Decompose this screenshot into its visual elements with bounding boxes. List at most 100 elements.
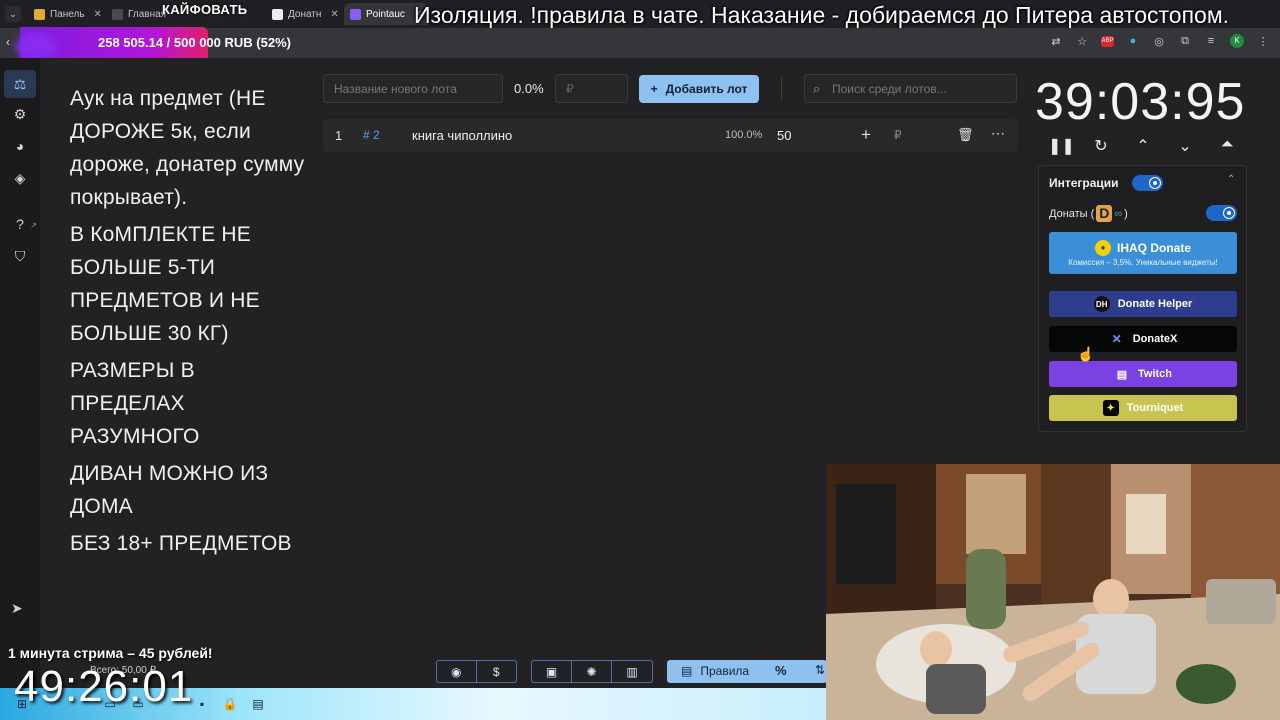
tab-label: Pointauc — [366, 8, 405, 20]
github-icon[interactable]: ◉ — [437, 661, 477, 682]
webcam-scene — [826, 464, 1280, 720]
tab-panel[interactable]: Панель ✕ — [28, 3, 108, 25]
new-lot-name-input[interactable]: Название нового лота — [323, 74, 503, 103]
lot-id-badge[interactable]: # 2 — [363, 128, 380, 142]
donationalerts-logo-icon: D — [1096, 205, 1113, 222]
auction-rules-text: Аук на предмет (НЕ ДОРОЖЕ 5к, если дорож… — [70, 82, 310, 564]
chevron-down-icon[interactable]: ⌄ — [1174, 136, 1196, 156]
shield-icon[interactable]: ⛉ — [11, 247, 29, 265]
rule-paragraph: РАЗМЕРЫ В ПРЕДЕЛАХ РАЗУМНОГО — [70, 359, 200, 448]
stream-rate-text: 1 минута стрима – 45 рублей! — [8, 645, 213, 661]
close-tab-icon[interactable]: ✕ — [330, 9, 338, 20]
auction-gavel-icon[interactable]: ⚖ — [4, 70, 36, 98]
extensions-puzzle-icon[interactable]: ⧉ — [1178, 35, 1192, 48]
twitch-logo-icon: ▤ — [1116, 368, 1128, 381]
rule-paragraph: ДИВАН МОЖНО ИЗ ДОМА — [70, 462, 269, 518]
stream-countdown-timer: 49:26:01 — [14, 662, 194, 711]
extension-ring-icon[interactable]: ◎ — [1152, 35, 1166, 48]
settings-gear-icon[interactable]: ⚙ — [11, 105, 29, 123]
extension-blue-icon[interactable]: ● — [1126, 35, 1140, 47]
stream-ticker-text: Изоляция. !правила в чате. Наказание - д… — [414, 2, 1230, 28]
pause-icon[interactable]: ❚❚ — [1048, 136, 1075, 156]
rule-paragraph: Аук на предмет (НЕ ДОРОЖЕ 5к, если дорож… — [70, 87, 305, 209]
lock-icon[interactable]: 🔒 — [222, 696, 238, 712]
ukraine-flag-icon: ● — [1094, 239, 1111, 256]
terminal-icon[interactable]: ▪ — [194, 696, 210, 712]
delete-lot-icon[interactable]: 🗑 — [957, 127, 974, 143]
donations-toggle[interactable] — [1206, 205, 1237, 221]
service-label: Donate Helper — [1117, 298, 1193, 310]
favicon-icon — [272, 8, 283, 20]
lot-percent: 100.0% — [725, 129, 763, 141]
add-lot-label: Добавить лот — [665, 82, 748, 96]
adblock-icon[interactable]: ABP — [1101, 35, 1114, 47]
help-icon[interactable]: ? ↗ — [11, 215, 37, 233]
save-icon[interactable]: ▣ — [532, 661, 572, 682]
stream-overlay-title: КАЙФОВАТЬ — [162, 2, 248, 17]
browser-extension-icons: ⇄ ☆ ABP ● ◎ ⧉ ≡ K ⋮ — [1049, 34, 1270, 48]
external-link-icon: ↗ — [30, 221, 37, 230]
twitch-button[interactable]: ▤ Twitch — [1049, 361, 1237, 387]
tourniquet-button[interactable]: ✦ Tourniquet — [1049, 395, 1237, 421]
rules-list-icon: ▤ — [681, 664, 693, 678]
service-subtitle: Комиссия – 3,5%. Уникальные виджеты! — [1068, 257, 1218, 267]
add-lot-button[interactable]: + Добавить лот — [639, 75, 759, 103]
donate-helper-button[interactable]: DH Donate Helper — [1049, 291, 1237, 317]
reset-icon[interactable]: ↻ — [1090, 136, 1112, 156]
donations-label-text: Донаты ( — [1049, 207, 1095, 220]
lot-amount[interactable]: 50 — [777, 128, 791, 143]
integrations-toggle[interactable] — [1132, 175, 1163, 191]
lot-name[interactable]: книга чиполлино — [412, 128, 512, 143]
tab-label: Панель — [50, 8, 85, 20]
bookmark-star-icon[interactable]: ☆ — [1075, 35, 1089, 48]
rules-label: Правила — [700, 664, 750, 678]
bug-icon[interactable]: ✺ — [572, 661, 612, 682]
clear-list-icon[interactable]: ▥ — [612, 661, 652, 682]
percent-icon[interactable]: % — [775, 663, 787, 678]
tab-search-icon[interactable]: ⌄ — [5, 6, 21, 22]
sort-icon[interactable]: ⇅ — [815, 663, 825, 677]
rule-paragraph: В КоМПЛЕКТЕ НЕ БОЛЬШЕ 5-ТИ ПРЕДМЕТОВ И Н… — [70, 223, 260, 345]
service-label: DonateX — [1132, 333, 1178, 345]
hand-cursor-icon: ☝ — [1077, 346, 1095, 362]
service-label: Twitch — [1137, 368, 1172, 380]
search-icon: ⌕ — [813, 81, 821, 96]
tab-label: Главная — [128, 8, 167, 20]
tab-donations[interactable]: Донатн ✕ — [266, 3, 345, 25]
lot-index: 1 — [335, 128, 343, 143]
new-lot-amount-input[interactable]: ₽ — [555, 74, 628, 103]
integrations-title: Интеграции — [1049, 176, 1119, 190]
lot-search-input[interactable]: ⌕ Поиск среди лотов... — [804, 74, 1017, 103]
profile-avatar-icon[interactable]: K — [1230, 34, 1244, 48]
donations-label-close: ) — [1124, 207, 1128, 220]
favicon-icon — [112, 8, 123, 20]
reading-list-icon[interactable]: ≡ — [1204, 35, 1218, 47]
bottom-links-group: ◉ $ — [436, 660, 517, 683]
plus-icon: + — [650, 82, 658, 96]
tourniquet-logo-icon: ✦ — [1102, 400, 1119, 416]
donations-label: Донаты ( D ∞ ) — [1049, 205, 1128, 222]
collapse-chevron-icon[interactable]: ⌃ — [1227, 174, 1235, 185]
close-tab-icon[interactable]: ✕ — [94, 9, 102, 20]
more-options-icon[interactable]: ⋯ — [991, 125, 1006, 142]
notepad-icon[interactable]: ▤ — [250, 696, 266, 712]
wheel-pie-icon[interactable]: ◕ — [11, 137, 29, 155]
browser-menu-icon[interactable]: ⋮ — [1256, 35, 1270, 48]
layers-icon[interactable]: ◈ — [11, 169, 29, 187]
donatex-logo-icon: ✕ — [1111, 332, 1122, 346]
rules-button[interactable]: ▤ Правила % ⇅ — [667, 660, 827, 683]
chevron-up-icon[interactable]: ⌃ — [1132, 136, 1154, 156]
lot-currency[interactable]: ₽ — [894, 128, 902, 142]
service-label: Tourniquet — [1126, 402, 1184, 414]
dollar-icon[interactable]: $ — [477, 661, 517, 682]
app-sidebar: ⚖ ⚙ ◕ ◈ ? ↗ ⛉ — [0, 58, 40, 720]
translate-icon[interactable]: ⇄ — [1049, 35, 1063, 48]
telegram-icon[interactable]: ➤ — [11, 600, 23, 617]
ihaq-donate-button[interactable]: ● IHAQ Donate Комиссия – 3,5%. Уникальны… — [1049, 232, 1237, 274]
timer-controls: ❚❚ ↻ ⌃ ⌄ ⏶ — [1048, 136, 1238, 156]
add-amount-icon[interactable]: + — [861, 125, 871, 145]
favicon-icon — [34, 8, 45, 20]
double-chevron-up-icon[interactable]: ⏶ — [1216, 136, 1238, 156]
integrations-panel: Интеграции ⌃ Донаты ( D ∞ ) ● IHAQ Donat… — [1038, 165, 1247, 432]
back-arrow-icon[interactable]: ‹ — [6, 35, 10, 49]
